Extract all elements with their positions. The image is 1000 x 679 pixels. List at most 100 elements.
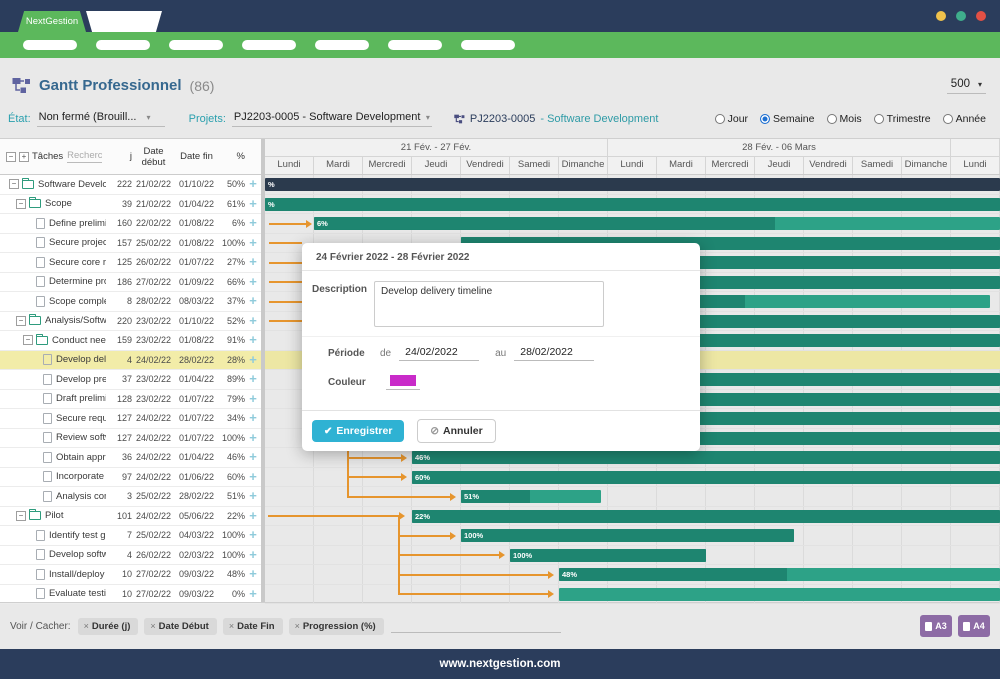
nav-menu-placeholder[interactable] <box>388 40 442 50</box>
nav-menu-placeholder[interactable] <box>96 40 150 50</box>
gantt-bar[interactable]: 22% <box>412 510 1000 523</box>
add-task-button[interactable]: + <box>245 237 261 249</box>
column-chip[interactable]: ×Date Fin <box>223 618 283 635</box>
task-row[interactable]: Analysis compl...325/02/2228/02/2251%+ <box>0 487 261 507</box>
add-task-button[interactable]: + <box>245 529 261 541</box>
color-picker[interactable] <box>386 375 420 390</box>
task-row[interactable]: Draft preliminar...12823/02/2201/07/2279… <box>0 390 261 410</box>
nav-menu-placeholder[interactable] <box>242 40 296 50</box>
window-control-red[interactable] <box>976 11 986 21</box>
column-chip[interactable]: ×Progression (%) <box>289 618 384 635</box>
period-radio-mois[interactable]: Mois <box>827 113 862 125</box>
gantt-bar[interactable]: 51% <box>461 490 601 503</box>
window-control-yellow[interactable] <box>936 11 946 21</box>
period-radio-jour[interactable]: Jour <box>715 113 748 125</box>
export-a4-button[interactable]: A4 <box>958 615 990 637</box>
period-radio-année[interactable]: Année <box>943 113 986 125</box>
task-row[interactable]: Secure core re...12526/02/2201/07/2227%+ <box>0 253 261 273</box>
task-row[interactable]: Develop softwa...426/02/2202/03/22100%+ <box>0 546 261 566</box>
col-progression[interactable]: % <box>218 151 245 162</box>
add-task-button[interactable]: + <box>245 432 261 444</box>
description-textarea[interactable]: Develop delivery timeline <box>374 281 604 327</box>
save-button[interactable]: ✔Enregistrer <box>312 420 404 442</box>
remove-icon[interactable]: × <box>295 621 300 631</box>
nav-menu-placeholder[interactable] <box>23 40 77 50</box>
gantt-bar[interactable]: 46% <box>412 451 1000 464</box>
task-row[interactable]: Install/deploy s...1027/02/2209/03/2248%… <box>0 565 261 585</box>
nav-menu-placeholder[interactable] <box>169 40 223 50</box>
period-radio-trimestre[interactable]: Trimestre <box>874 113 931 125</box>
add-task-button[interactable]: + <box>245 393 261 405</box>
task-row[interactable]: −Analysis/Softwa...22023/02/2201/10/2252… <box>0 312 261 332</box>
gantt-bar[interactable]: 100% <box>510 549 706 562</box>
gantt-bar[interactable] <box>559 588 1000 601</box>
collapse-toggle[interactable]: − <box>16 511 26 521</box>
task-row[interactable]: −Scope3921/02/2201/04/2261%+ <box>0 195 261 215</box>
add-task-button[interactable]: + <box>245 217 261 229</box>
add-task-button[interactable]: + <box>245 451 261 463</box>
add-task-button[interactable]: + <box>245 334 261 346</box>
task-row[interactable]: Incorporate fee...9724/02/2201/06/2260%+ <box>0 468 261 488</box>
add-task-button[interactable]: + <box>245 510 261 522</box>
gantt-bar[interactable]: % <box>265 178 1000 191</box>
add-task-button[interactable]: + <box>245 412 261 424</box>
task-row[interactable]: Determine proj...18627/02/2201/09/2266%+ <box>0 273 261 293</box>
export-a3-button[interactable]: A3 <box>920 615 952 637</box>
task-row[interactable]: Develop delive...424/02/2228/02/2228%+ <box>0 351 261 371</box>
add-task-button[interactable]: + <box>245 276 261 288</box>
task-row[interactable]: Define prelimin...16022/02/2201/08/226%+ <box>0 214 261 234</box>
projets-select[interactable]: PJ2203-0005 - Software Development ▾ <box>232 111 432 127</box>
gantt-bar[interactable]: 48% <box>559 568 1000 581</box>
add-task-button[interactable]: + <box>245 471 261 483</box>
gantt-bar[interactable]: % <box>265 198 1000 211</box>
col-duree[interactable]: j <box>106 151 132 162</box>
col-date-debut[interactable]: Date début <box>132 146 175 168</box>
task-row[interactable]: Scope complete828/02/2208/03/2237%+ <box>0 292 261 312</box>
gantt-bar[interactable]: 100% <box>461 529 794 542</box>
date-de-input[interactable]: 24/02/2022 <box>399 346 479 361</box>
task-row[interactable]: Secure require...12724/02/2201/07/2234%+ <box>0 409 261 429</box>
add-task-button[interactable]: + <box>245 568 261 580</box>
add-task-button[interactable]: + <box>245 490 261 502</box>
task-row[interactable]: Review softwar...12724/02/2201/07/22100%… <box>0 429 261 449</box>
zoom-select[interactable]: 500 ▾ <box>947 78 986 94</box>
gantt-bar[interactable]: 60% <box>412 471 1000 484</box>
remove-icon[interactable]: × <box>150 621 155 631</box>
col-date-fin[interactable]: Date fin <box>175 151 218 162</box>
document-tab[interactable] <box>86 11 162 32</box>
project-link[interactable]: PJ2203-0005 - Software Development <box>454 113 658 125</box>
task-row[interactable]: Secure project ...15725/02/2201/08/22100… <box>0 234 261 254</box>
remove-icon[interactable]: × <box>229 621 234 631</box>
task-row[interactable]: −Software Develo...22221/02/2201/10/2250… <box>0 175 261 195</box>
add-task-button[interactable]: + <box>245 198 261 210</box>
period-radio-semaine[interactable]: Semaine <box>760 113 814 125</box>
etat-select[interactable]: Non fermé (Brouill... ▾ <box>37 111 165 127</box>
column-chip[interactable]: ×Durée (j) <box>78 618 139 635</box>
add-task-button[interactable]: + <box>245 588 261 600</box>
add-task-button[interactable]: + <box>245 178 261 190</box>
collapse-toggle[interactable]: − <box>23 335 33 345</box>
nav-menu-placeholder[interactable] <box>315 40 369 50</box>
brand-tab[interactable]: NextGestion <box>18 11 86 32</box>
expand-all-button[interactable]: + <box>19 152 29 162</box>
task-row[interactable]: −Conduct needs...15923/02/2201/08/2291%+ <box>0 331 261 351</box>
collapse-toggle[interactable]: − <box>16 199 26 209</box>
collapse-toggle[interactable]: − <box>9 179 19 189</box>
nav-menu-placeholder[interactable] <box>461 40 515 50</box>
task-row[interactable]: Evaluate testin...1027/02/2209/03/220%+ <box>0 585 261 605</box>
date-au-input[interactable]: 28/02/2022 <box>514 346 594 361</box>
task-row[interactable]: Identify test gro...725/02/2204/03/22100… <box>0 526 261 546</box>
add-task-button[interactable]: + <box>245 354 261 366</box>
window-control-green[interactable] <box>956 11 966 21</box>
add-task-button[interactable]: + <box>245 549 261 561</box>
add-task-button[interactable]: + <box>245 295 261 307</box>
add-task-button[interactable]: + <box>245 315 261 327</box>
task-row[interactable]: −Pilot10124/02/2205/06/2222%+ <box>0 507 261 527</box>
gantt-bar[interactable]: 6% <box>314 217 1000 230</box>
remove-icon[interactable]: × <box>84 621 89 631</box>
collapse-toggle[interactable]: − <box>16 316 26 326</box>
add-task-button[interactable]: + <box>245 256 261 268</box>
task-row[interactable]: Develop prelimi...3723/02/2201/04/2289%+ <box>0 370 261 390</box>
add-task-button[interactable]: + <box>245 373 261 385</box>
cancel-button[interactable]: ⊘Annuler <box>417 419 495 443</box>
